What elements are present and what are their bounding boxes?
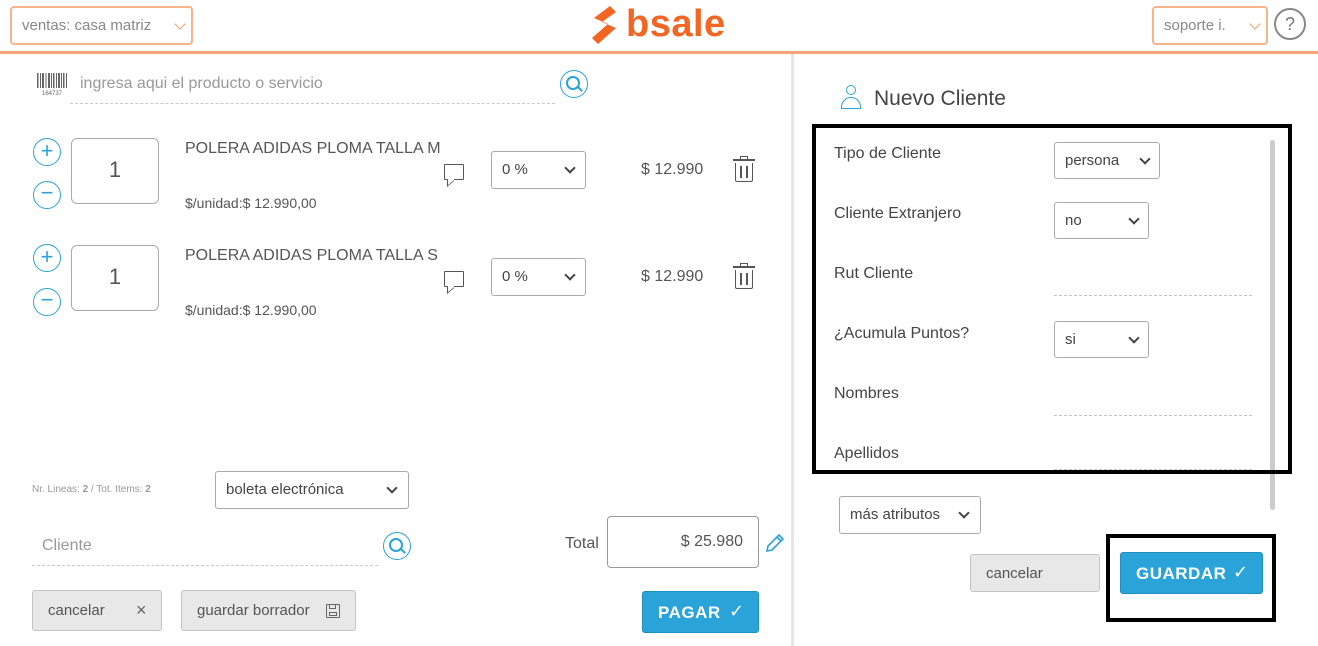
product-search-button[interactable]	[560, 70, 588, 98]
unit-price: $/unidad:$ 12.990,00	[185, 302, 317, 318]
help-icon: ?	[1284, 14, 1295, 34]
logo-mark-icon	[592, 6, 616, 44]
new-client-title: Nuevo Cliente	[874, 87, 1006, 110]
branch-select-value: ventas: casa matriz	[22, 17, 152, 34]
product-search-placeholder: ingresa aqui el producto o servicio	[80, 75, 323, 92]
line-total: $ 12.990	[641, 268, 704, 285]
product-search-input[interactable]: ingresa aqui el producto o servicio	[70, 70, 555, 104]
edit-pencil-icon[interactable]	[764, 532, 786, 554]
chevron-down-icon	[386, 482, 398, 494]
total-value-box[interactable]: $ 25.980	[607, 516, 759, 568]
client-search-input[interactable]: Cliente	[32, 530, 378, 566]
increase-qty-button[interactable]: +	[33, 138, 61, 166]
lines-items-count: Nr. Lineas: 2 / Tot. Items: 2	[32, 484, 151, 495]
save-client-button[interactable]: GUARDAR ✓	[1120, 552, 1263, 594]
check-icon: ✓	[729, 601, 745, 621]
cancel-client-label: cancelar	[986, 565, 1043, 582]
total-value: $ 25.980	[680, 533, 743, 550]
decrease-qty-button[interactable]: −	[33, 181, 61, 209]
user-select-value: soporte i.	[1164, 17, 1226, 34]
line-total: $ 12.990	[641, 161, 704, 178]
discount-value: 0 %	[502, 161, 528, 178]
help-button[interactable]: ?	[1274, 8, 1306, 40]
document-type-value: boleta electrónica	[226, 481, 344, 498]
chevron-down-icon	[564, 162, 576, 174]
lines-label: Nr. Lineas:	[32, 484, 83, 495]
more-attributes-select[interactable]: más atributos	[839, 496, 981, 534]
document-type-select[interactable]: boleta electrónica	[215, 471, 409, 509]
user-icon	[841, 85, 861, 111]
product-name: POLERA ADIDAS PLOMA TALLA S	[185, 247, 438, 264]
chevron-down-icon	[564, 269, 576, 281]
chevron-down-icon	[174, 18, 186, 30]
items-value: 2	[145, 484, 151, 495]
discount-select[interactable]: 0 %	[491, 258, 586, 296]
pay-button[interactable]: PAGAR ✓	[642, 591, 759, 633]
client-placeholder: Cliente	[42, 537, 92, 554]
chevron-down-icon	[958, 507, 970, 519]
trash-icon[interactable]	[733, 156, 755, 182]
top-bar: ventas: casa matriz bsale soporte i. ?	[0, 0, 1318, 54]
cancel-client-button[interactable]: cancelar	[970, 554, 1100, 592]
close-icon: ×	[136, 600, 147, 620]
user-select[interactable]: soporte i.	[1152, 6, 1268, 45]
quantity-input[interactable]: 1	[71, 245, 159, 311]
svg-text:164737: 164737	[42, 91, 63, 96]
logo: bsale	[588, 3, 738, 48]
form-highlight-box	[812, 124, 1292, 474]
panel-divider	[791, 54, 794, 646]
trash-icon[interactable]	[733, 263, 755, 289]
chevron-down-icon	[1249, 18, 1261, 30]
save-client-label: GUARDAR	[1136, 564, 1227, 583]
comment-icon[interactable]	[444, 271, 464, 287]
total-label: Total	[565, 535, 599, 552]
barcode-icon: 164737	[36, 72, 68, 97]
cancel-sale-label: cancelar	[48, 602, 105, 619]
more-attributes-label: más atributos	[850, 506, 941, 523]
items-label: / Tot. Items:	[88, 484, 146, 495]
floppy-disk-icon	[326, 604, 340, 618]
discount-value: 0 %	[502, 268, 528, 285]
cancel-sale-button[interactable]: cancelar ×	[32, 590, 162, 631]
product-name: POLERA ADIDAS PLOMA TALLA M	[185, 140, 441, 157]
save-draft-label: guardar borrador	[197, 602, 310, 619]
unit-price: $/unidad:$ 12.990,00	[185, 195, 317, 211]
client-search-button[interactable]	[383, 532, 411, 560]
branch-select[interactable]: ventas: casa matriz	[10, 6, 193, 45]
check-icon: ✓	[1233, 562, 1249, 582]
logo-text: bsale	[626, 3, 726, 45]
comment-icon[interactable]	[444, 164, 464, 180]
quantity-input[interactable]: 1	[71, 138, 159, 204]
save-draft-button[interactable]: guardar borrador	[181, 590, 356, 631]
discount-select[interactable]: 0 %	[491, 151, 586, 189]
increase-qty-button[interactable]: +	[33, 244, 61, 272]
decrease-qty-button[interactable]: −	[33, 288, 61, 316]
pay-label: PAGAR	[658, 603, 721, 622]
